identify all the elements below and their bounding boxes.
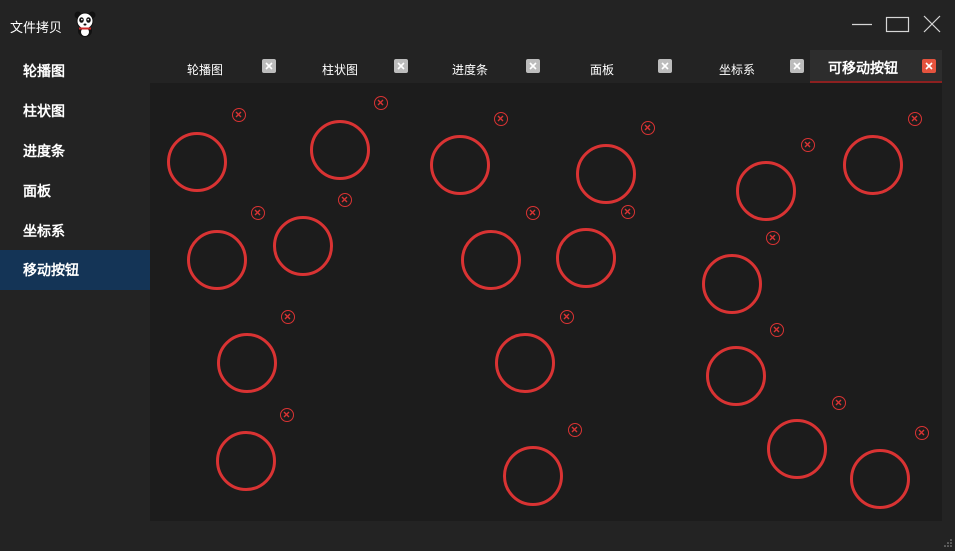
remove-button-icon[interactable] xyxy=(568,423,582,437)
tab-close-button[interactable] xyxy=(658,59,672,73)
remove-button-icon[interactable] xyxy=(641,121,655,135)
remove-button-icon[interactable] xyxy=(280,408,294,422)
sidebar-item-label: 进度条 xyxy=(23,144,65,160)
title-bar[interactable]: 文件拷贝 xyxy=(0,0,955,50)
remove-button-icon[interactable] xyxy=(281,310,295,324)
tab-movable-button[interactable]: 可移动按钮 xyxy=(810,50,942,83)
sidebar-item-label: 轮播图 xyxy=(23,64,65,80)
movable-button[interactable] xyxy=(556,228,616,288)
remove-button-icon[interactable] xyxy=(832,396,846,410)
remove-button-icon[interactable] xyxy=(251,206,265,220)
minimize-icon xyxy=(852,23,872,26)
sidebar-item-label: 柱状图 xyxy=(23,104,65,120)
movable-button[interactable] xyxy=(167,132,227,192)
remove-button-icon[interactable] xyxy=(621,205,635,219)
tab-panel[interactable]: 面板 xyxy=(547,50,679,83)
movable-button[interactable] xyxy=(843,135,903,195)
movable-button-canvas xyxy=(150,83,942,521)
sidebar-item-label: 移动按钮 xyxy=(23,263,79,279)
tab-close-button[interactable] xyxy=(394,59,408,73)
movable-button[interactable] xyxy=(702,254,762,314)
minimize-button[interactable] xyxy=(846,8,878,40)
close-icon xyxy=(265,62,273,70)
remove-button-icon[interactable] xyxy=(560,310,574,324)
tab-carousel[interactable]: 轮播图 xyxy=(150,50,282,83)
remove-button-icon[interactable] xyxy=(232,108,246,122)
app-title: 文件拷贝 xyxy=(10,21,63,36)
remove-button-icon[interactable] xyxy=(908,112,922,126)
movable-button[interactable] xyxy=(767,419,827,479)
tab-close-button[interactable] xyxy=(790,59,804,73)
tab-label: 面板 xyxy=(590,63,615,77)
tab-label: 可移动按钮 xyxy=(828,61,898,77)
remove-button-icon[interactable] xyxy=(526,206,540,220)
movable-button[interactable] xyxy=(850,449,910,509)
resize-grip-icon[interactable] xyxy=(944,532,952,547)
sidebar-item-bar-chart[interactable]: 柱状图 xyxy=(0,91,150,131)
tab-label: 轮播图 xyxy=(187,63,224,77)
movable-button[interactable] xyxy=(216,431,276,491)
remove-button-icon[interactable] xyxy=(801,138,815,152)
movable-button[interactable] xyxy=(273,216,333,276)
tab-close-button[interactable] xyxy=(526,59,540,73)
sidebar-item-label: 坐标系 xyxy=(23,224,65,240)
movable-button[interactable] xyxy=(310,120,370,180)
movable-button[interactable] xyxy=(576,144,636,204)
tab-bar: 轮播图 柱状图 进度条 面板 坐标系 可移动按钮 xyxy=(150,50,955,83)
close-icon xyxy=(793,62,801,70)
movable-button[interactable] xyxy=(736,161,796,221)
movable-button[interactable] xyxy=(706,346,766,406)
sidebar-item-panel[interactable]: 面板 xyxy=(0,171,150,211)
remove-button-icon[interactable] xyxy=(374,96,388,110)
remove-button-icon[interactable] xyxy=(338,193,352,207)
movable-button[interactable] xyxy=(430,135,490,195)
movable-button[interactable] xyxy=(495,333,555,393)
sidebar-item-carousel[interactable]: 轮播图 xyxy=(0,51,150,91)
sidebar-item-progress-bar[interactable]: 进度条 xyxy=(0,131,150,171)
remove-button-icon[interactable] xyxy=(770,323,784,337)
tab-label: 坐标系 xyxy=(719,63,756,77)
close-button[interactable] xyxy=(916,8,948,40)
remove-button-icon[interactable] xyxy=(915,426,929,440)
tab-progress-bar[interactable]: 进度条 xyxy=(414,50,547,83)
movable-button[interactable] xyxy=(503,446,563,506)
close-icon xyxy=(661,62,669,70)
remove-button-icon[interactable] xyxy=(766,231,780,245)
sidebar: 轮播图 柱状图 进度条 面板 坐标系 移动按钮 xyxy=(0,50,150,530)
panda-icon xyxy=(72,10,98,38)
sidebar-item-coordinate-system[interactable]: 坐标系 xyxy=(0,211,150,251)
sidebar-item-movable-button[interactable]: 移动按钮 xyxy=(0,250,150,290)
movable-button[interactable] xyxy=(461,230,521,290)
movable-button[interactable] xyxy=(187,230,247,290)
maximize-button[interactable] xyxy=(881,8,913,40)
tab-coordinate-system[interactable]: 坐标系 xyxy=(679,50,810,83)
close-icon xyxy=(397,62,405,70)
close-icon xyxy=(925,62,933,70)
sidebar-item-label: 面板 xyxy=(23,184,51,200)
tab-close-button[interactable] xyxy=(262,59,276,73)
maximize-icon xyxy=(885,16,910,33)
status-bar xyxy=(0,521,955,547)
tab-label: 进度条 xyxy=(452,63,489,77)
tab-bar-chart[interactable]: 柱状图 xyxy=(282,50,414,83)
close-icon xyxy=(923,15,941,33)
close-icon xyxy=(529,62,537,70)
tab-label: 柱状图 xyxy=(322,63,359,77)
movable-button[interactable] xyxy=(217,333,277,393)
remove-button-icon[interactable] xyxy=(494,112,508,126)
tab-close-button[interactable] xyxy=(922,59,936,73)
